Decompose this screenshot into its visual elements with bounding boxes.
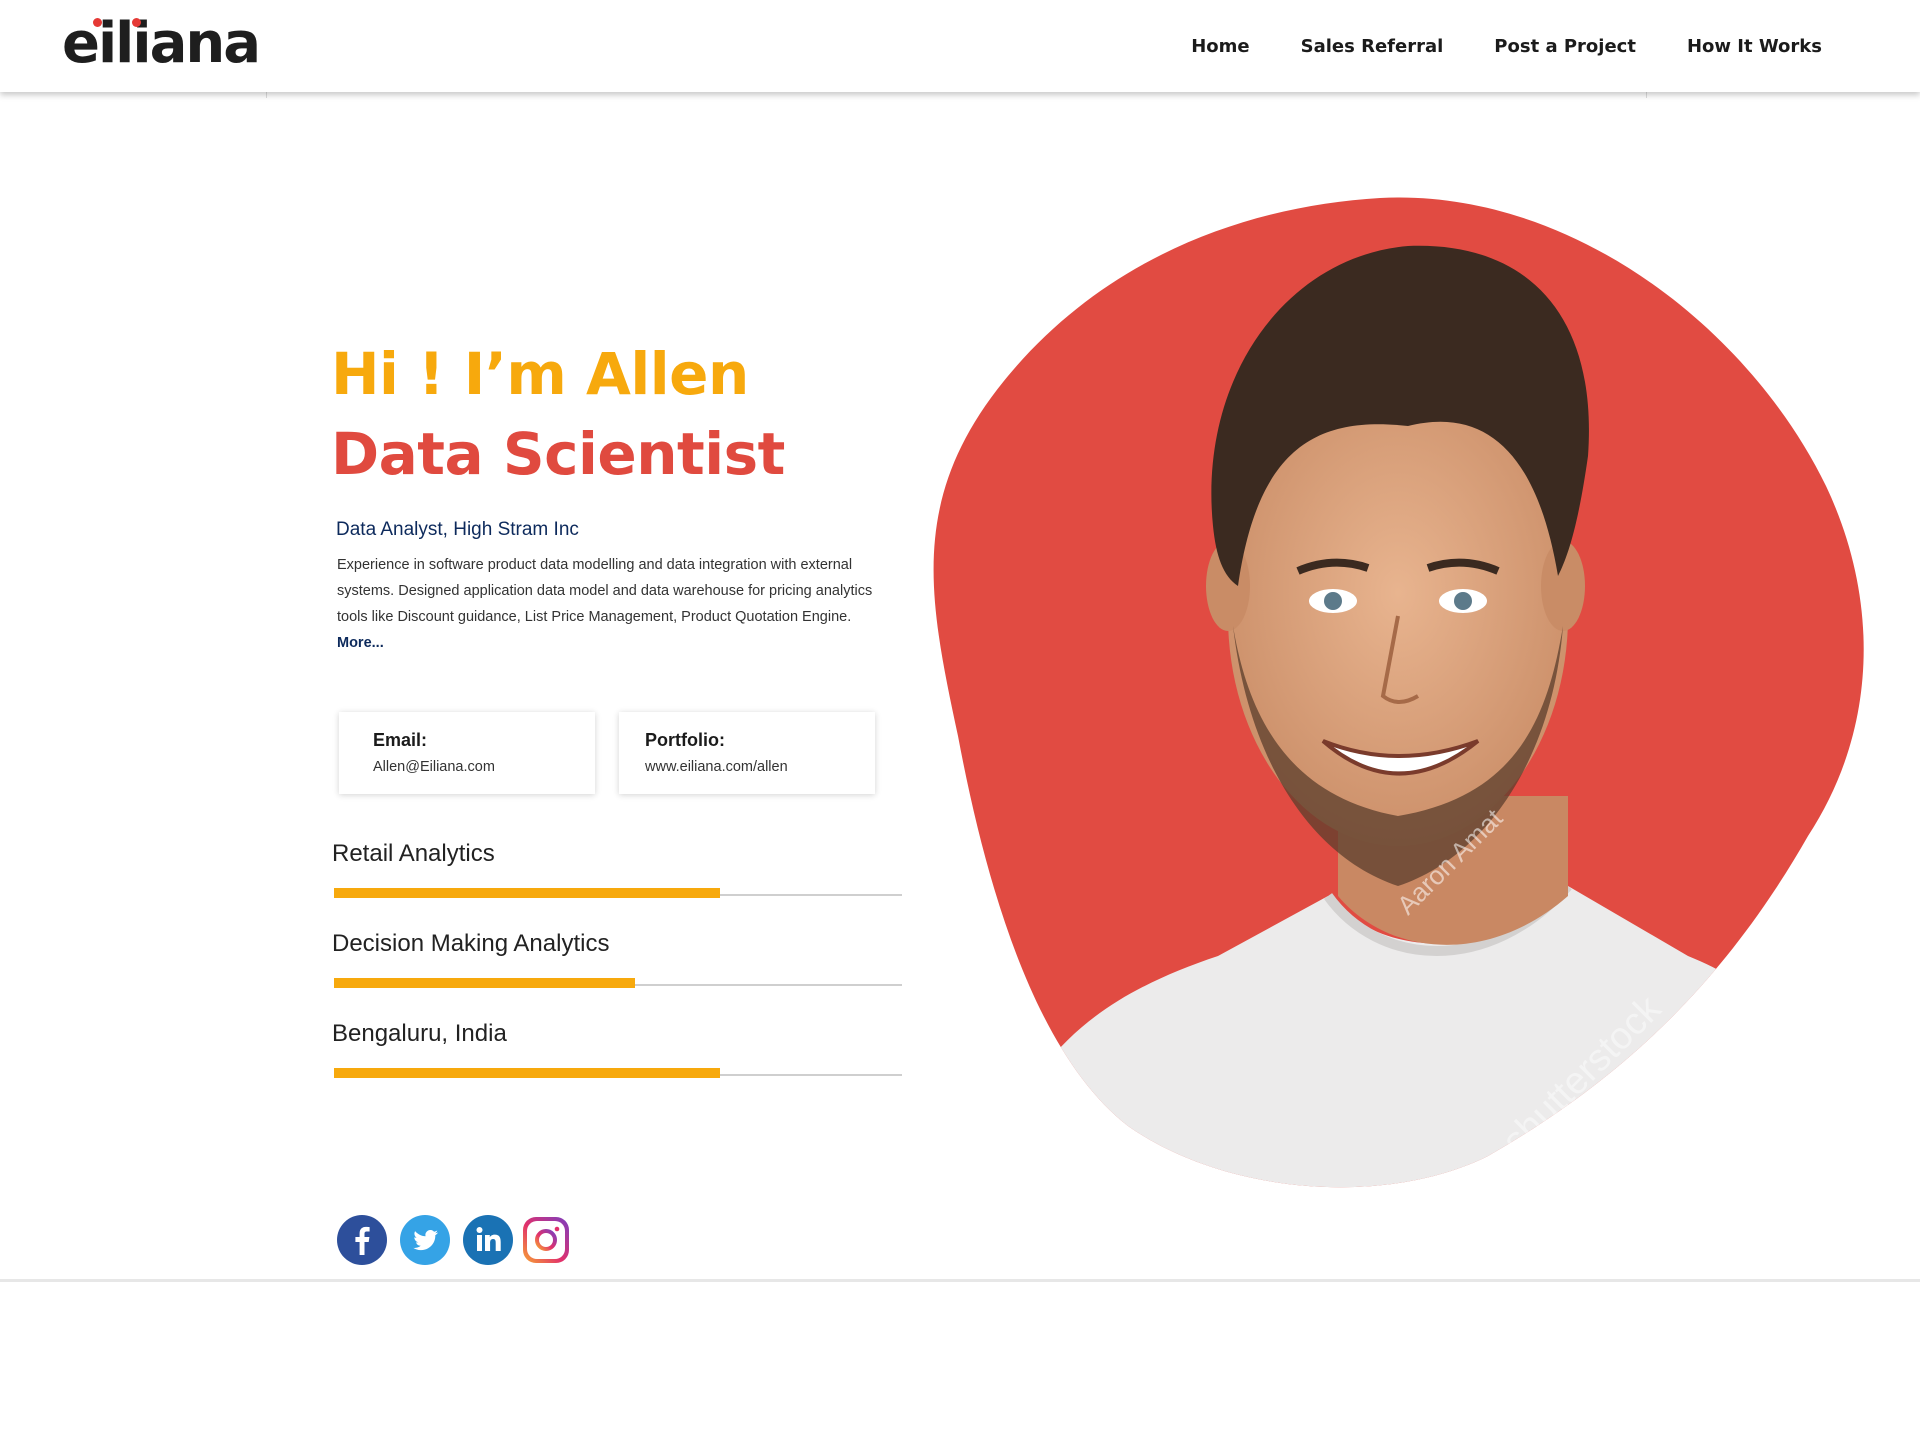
- twitter-icon[interactable]: [400, 1215, 450, 1265]
- profile-photo: Aaron Amat shutterstock: [928, 196, 1880, 1196]
- skill-name: Decision Making Analytics: [332, 930, 610, 957]
- nav-post-a-project[interactable]: Post a Project: [1494, 36, 1636, 57]
- logo-dot-1: [93, 18, 102, 27]
- skill-progress-fill: [334, 978, 636, 988]
- skill-progress-fill: [334, 1068, 721, 1078]
- instagram-icon[interactable]: [521, 1215, 571, 1265]
- greeting-heading: Hi ! I’m Allen: [331, 340, 749, 408]
- skill-progress-track: [334, 978, 902, 988]
- header-divider-right: [1646, 92, 1647, 98]
- email-card: Email: Allen@Eiliana.com: [339, 712, 595, 794]
- skill-name: Bengaluru, India: [332, 1020, 507, 1047]
- more-link[interactable]: More...: [337, 635, 384, 651]
- footer-divider: [0, 1279, 1920, 1282]
- description-text: Experience in software product data mode…: [337, 557, 873, 625]
- main-nav: Home Sales Referral Post a Project How I…: [1191, 36, 1822, 57]
- email-value[interactable]: Allen@Eiliana.com: [373, 759, 595, 775]
- facebook-icon[interactable]: [337, 1215, 387, 1265]
- job-subtitle: Data Analyst, High Stram Inc: [336, 519, 579, 540]
- profile-photo-illustration: Aaron Amat shutterstock: [933, 197, 1864, 1188]
- portfolio-label: Portfolio:: [645, 730, 725, 750]
- nav-how-it-works[interactable]: How It Works: [1687, 36, 1822, 57]
- email-label: Email:: [373, 730, 428, 750]
- portfolio-value[interactable]: www.eiliana.com/allen: [645, 759, 875, 775]
- skill-name: Retail Analytics: [332, 840, 495, 867]
- profile-description: Experience in software product data mode…: [337, 552, 897, 656]
- nav-sales-referral[interactable]: Sales Referral: [1301, 36, 1444, 57]
- site-header: eiliana Home Sales Referral Post a Proje…: [0, 0, 1920, 92]
- nav-home[interactable]: Home: [1191, 36, 1249, 57]
- portfolio-card: Portfolio: www.eiliana.com/allen: [619, 712, 875, 794]
- eiliana-logo[interactable]: eiliana: [62, 11, 261, 76]
- header-divider-left: [266, 92, 267, 98]
- logo-dot-2: [132, 18, 141, 27]
- skill-progress-fill: [334, 888, 721, 898]
- role-heading: Data Scientist: [331, 420, 785, 488]
- skill-progress-track: [334, 888, 902, 898]
- linkedin-icon[interactable]: [463, 1215, 513, 1265]
- skill-progress-track: [334, 1068, 902, 1078]
- logo-text: eiliana: [62, 11, 261, 76]
